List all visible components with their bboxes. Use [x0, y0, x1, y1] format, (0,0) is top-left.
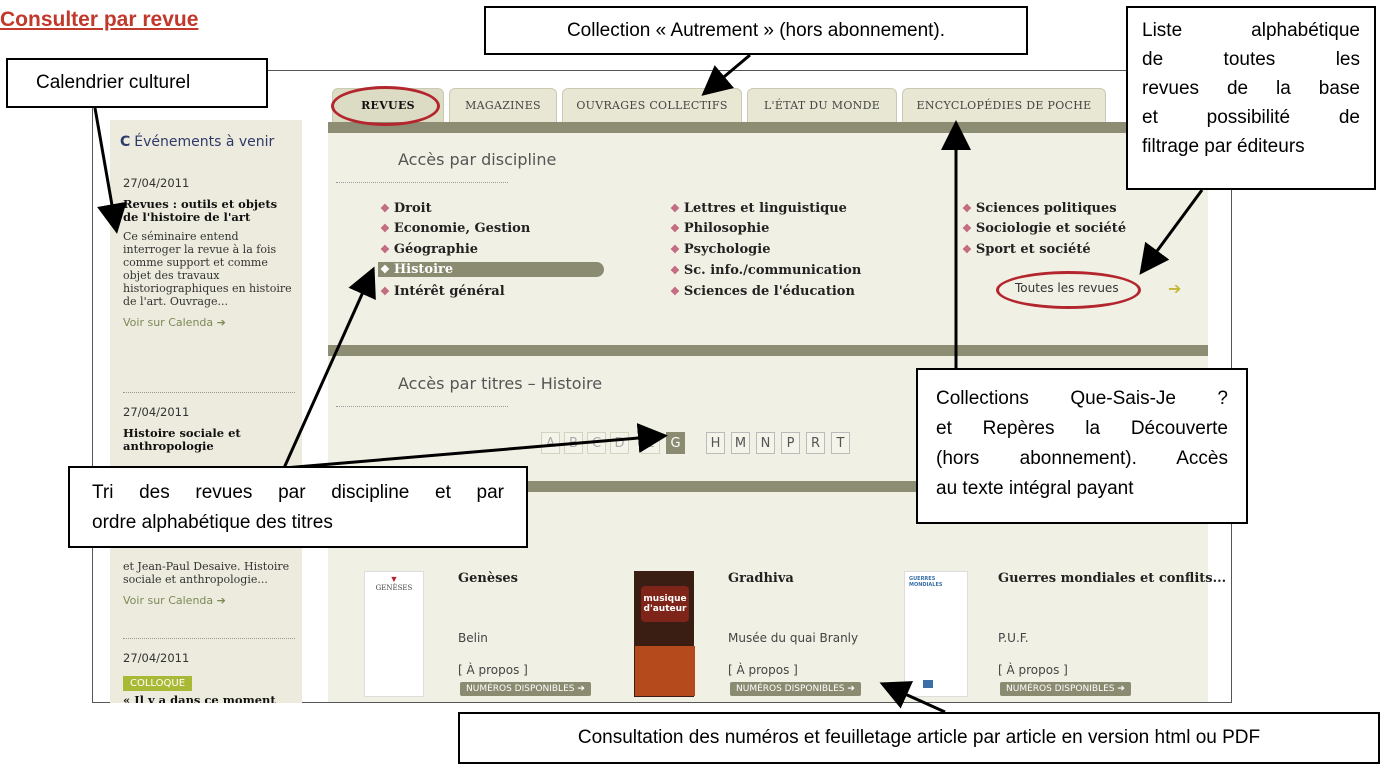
callout-line: ordre alphabétique des titres	[92, 512, 333, 533]
callout-line: au texte intégral payant	[936, 478, 1134, 499]
callout-line: filtrage par éditeurs	[1142, 136, 1305, 157]
callout-liste: Liste alphabétique de toutes les revues …	[1126, 6, 1376, 190]
callout-line: Tri des revues par discipline et par	[92, 482, 504, 503]
callout-line: Liste alphabétique	[1142, 20, 1360, 41]
callout-line: et Repères la Découverte	[936, 418, 1228, 439]
callout-collections: Collections Que-Sais-Je ? et Repères la …	[916, 368, 1248, 524]
callout-line: revues de la base	[1142, 78, 1360, 99]
callout-tri: Tri des revues par discipline et par ord…	[68, 466, 528, 548]
callout-line: Collections Que-Sais-Je ?	[936, 388, 1228, 409]
callout-autrement: Collection « Autrement » (hors abonnemen…	[484, 6, 1028, 55]
callout-line: de toutes les	[1142, 49, 1360, 70]
callout-line: et possibilité de	[1142, 107, 1360, 128]
callout-line: (hors abonnement). Accès	[936, 448, 1228, 469]
callout-consultation: Consultation des numéros et feuilletage …	[458, 712, 1380, 764]
callout-calendrier: Calendrier culturel	[6, 58, 268, 108]
